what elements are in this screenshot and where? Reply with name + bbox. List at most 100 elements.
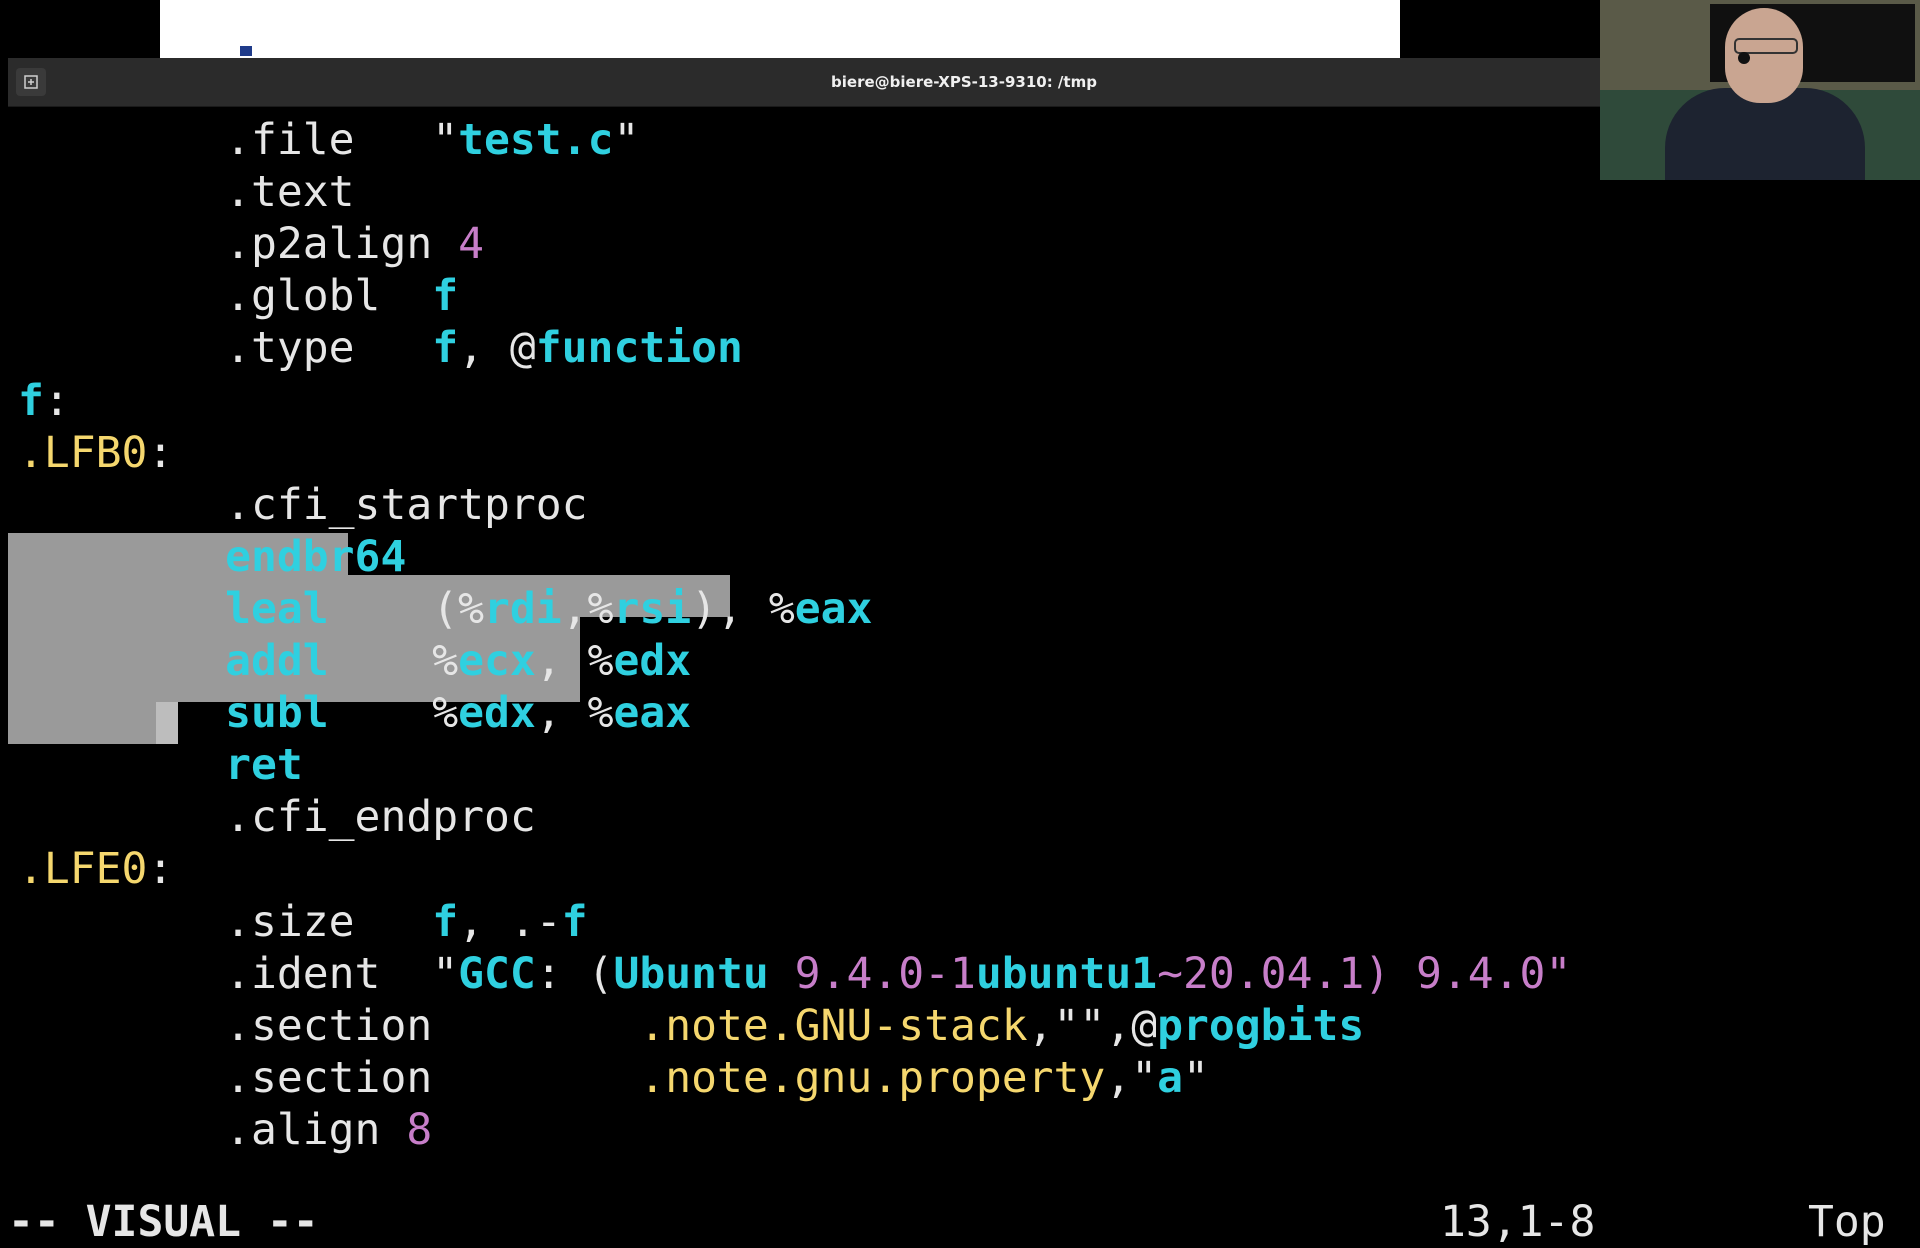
code-line[interactable]: ret <box>18 739 303 791</box>
vim-editor[interactable]: .file "test.c" .text .p2align 4 .globl f… <box>8 106 1920 1247</box>
code-token: a <box>1157 1052 1183 1103</box>
code-token: .note.GNU-stack <box>639 1000 1028 1051</box>
code-line[interactable]: .text <box>18 166 355 218</box>
code-token: .note.gnu.property <box>639 1052 1106 1103</box>
code-token: .file <box>225 115 355 165</box>
headset-mic-icon <box>1738 52 1750 64</box>
code-token: .size <box>225 896 433 947</box>
code-line[interactable]: .file "test.c" <box>18 114 639 166</box>
code-token: eax <box>613 688 692 739</box>
code-token: ubuntu1 <box>975 948 1158 999</box>
code-line[interactable]: .ident "GCC: (Ubuntu 9.4.0-1ubuntu1~20.0… <box>18 948 1571 1000</box>
code-token: % <box>587 688 614 739</box>
code-token: " <box>1183 1052 1209 1103</box>
code-token: " <box>354 115 459 165</box>
code-line[interactable]: .LFB0: <box>18 427 173 479</box>
code-token: 8 <box>406 1104 433 1155</box>
code-token: % <box>587 636 614 686</box>
code-token: : <box>147 844 174 895</box>
code-line[interactable]: .p2align 4 <box>18 218 484 270</box>
code-token: : <box>147 427 174 478</box>
background-window <box>160 0 1400 58</box>
code-token: % <box>432 688 459 739</box>
code-line[interactable]: .size f, .-f <box>18 896 588 948</box>
code-line[interactable]: .cfi_startproc <box>18 479 587 531</box>
code-token: .text <box>225 167 355 218</box>
code-token: edx <box>458 688 536 739</box>
code-token: endbr64 <box>225 531 407 582</box>
code-token: 9.4.0-1 <box>768 948 976 999</box>
scroll-position: Top <box>1808 1197 1886 1247</box>
code-token: subl <box>225 688 329 739</box>
code-line[interactable]: .section .note.gnu.property,"a" <box>18 1052 1209 1104</box>
code-line[interactable]: .align 8 <box>18 1104 432 1156</box>
code-token: % <box>432 636 459 686</box>
code-token: .align <box>225 1104 407 1155</box>
code-token: f <box>432 323 459 374</box>
code-token: f <box>432 896 459 947</box>
code-token: f <box>18 375 44 426</box>
code-line[interactable]: subl %edx, %eax <box>18 687 691 739</box>
code-line[interactable]: endbr64 <box>18 531 406 583</box>
code-line[interactable]: .section .note.GNU-stack,"",@progbits <box>18 1000 1364 1052</box>
terminal-window[interactable]: biere@biere-XPS-13-9310: /tmp .file "tes… <box>8 58 1920 1247</box>
code-token: ~20.04.1) 9.4.0" <box>1157 948 1572 999</box>
code-token: test.c <box>458 115 614 165</box>
code-token: .LFE0 <box>18 844 148 895</box>
code-line[interactable]: .LFE0: <box>18 843 173 895</box>
code-line[interactable]: .globl f <box>18 270 458 322</box>
webcam-person-head <box>1725 8 1803 103</box>
code-token: : <box>43 375 70 426</box>
code-token: % <box>768 583 795 634</box>
code-token: rdi <box>484 583 562 634</box>
code-token: addl <box>225 636 329 686</box>
code-token: , @ <box>458 323 536 374</box>
code-token: .LFB0 <box>18 427 148 478</box>
code-token: ), <box>691 583 769 634</box>
cursor-position: 13,1-8 <box>1440 1197 1596 1247</box>
code-token: .type <box>225 323 433 374</box>
code-token: f <box>561 896 588 947</box>
code-line[interactable]: f: <box>18 375 70 427</box>
code-token: ," <box>1105 1052 1158 1103</box>
code-token: GCC <box>458 948 536 999</box>
background-artifact <box>240 46 252 56</box>
code-line[interactable]: addl %ecx, %edx <box>18 635 691 687</box>
code-token: edx <box>613 636 692 686</box>
code-token: leal <box>225 583 329 634</box>
code-token: .cfi_endproc <box>225 792 536 843</box>
vim-mode-indicator: -- VISUAL -- <box>8 1197 319 1247</box>
code-token: , .- <box>458 896 562 947</box>
code-token: .globl <box>225 271 433 322</box>
code-token: ecx <box>458 636 536 686</box>
code-line[interactable]: .type f, @function <box>18 322 743 374</box>
code-token: f <box>432 271 459 322</box>
code-token: rsi <box>613 583 692 634</box>
code-token: ,"",@ <box>1027 1000 1158 1051</box>
code-token: % <box>587 583 614 634</box>
code-token: progbits <box>1157 1000 1365 1051</box>
code-line[interactable]: .cfi_endproc <box>18 791 536 843</box>
webcam-overlay <box>1600 0 1920 180</box>
code-token: " <box>432 948 459 999</box>
code-token: eax <box>794 583 873 634</box>
code-line[interactable]: leal (%rdi,%rsi), %eax <box>18 583 872 635</box>
